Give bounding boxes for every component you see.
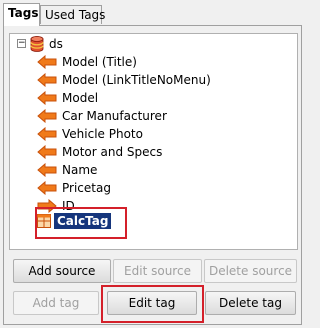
tree-item-label: Model (Title) — [62, 55, 137, 69]
arrow-tag-icon — [37, 127, 57, 141]
tree-item-label: Pricetag — [62, 181, 111, 195]
tree-item[interactable]: Model — [37, 89, 98, 107]
tree-item-label: Motor and Specs — [62, 145, 163, 159]
tab-used-tags[interactable]: Used Tags — [40, 5, 105, 24]
tree-item-label: Name — [62, 163, 98, 177]
arrow-tag-icon — [37, 163, 57, 177]
tree-item-label: ID — [62, 199, 75, 213]
delete-source-button[interactable]: Delete source — [204, 259, 297, 283]
tag-tree[interactable]: − ds Model (Title) Model (LinkTitleNoMenu… — [9, 33, 298, 250]
tree-item[interactable]: Model (Title) — [37, 53, 137, 71]
grid-table-icon — [37, 214, 51, 228]
arrow-right-icon — [37, 199, 57, 213]
collapse-icon[interactable]: − — [17, 39, 26, 48]
tree-item[interactable]: Car Manufacturer — [37, 107, 167, 125]
tree-item-label: CalcTag — [54, 213, 112, 229]
arrow-tag-icon — [37, 73, 57, 87]
tree-item-label: Model — [62, 91, 99, 105]
arrow-tag-icon — [37, 91, 57, 105]
arrow-tag-icon — [37, 181, 57, 195]
arrow-tag-icon — [37, 109, 57, 123]
arrow-tag-icon — [37, 145, 57, 159]
tree-item[interactable]: Vehicle Photo — [37, 125, 143, 143]
edit-source-button[interactable]: Edit source — [113, 259, 202, 283]
add-source-button[interactable]: Add source — [13, 259, 111, 283]
tree-item[interactable]: Pricetag — [37, 179, 111, 197]
tree-item[interactable]: Motor and Specs — [37, 143, 162, 161]
tree-item-label: Vehicle Photo — [62, 127, 143, 141]
database-icon — [30, 36, 44, 52]
tree-item-label: Model (LinkTitleNoMenu) — [62, 73, 211, 87]
tab-tags[interactable]: Tags — [3, 3, 40, 26]
tree-item-label: Car Manufacturer — [62, 109, 167, 123]
tree-root-ds[interactable]: ds — [30, 35, 63, 53]
tree-item[interactable]: Model (LinkTitleNoMenu) — [37, 71, 211, 89]
add-tag-button[interactable]: Add tag — [13, 291, 99, 315]
edit-tag-button[interactable]: Edit tag — [107, 291, 197, 315]
delete-tag-button[interactable]: Delete tag — [205, 291, 296, 315]
tree-item[interactable]: Name — [37, 161, 97, 179]
arrow-tag-icon — [37, 55, 57, 69]
tree-item-calctag[interactable]: CalcTag — [37, 212, 112, 230]
tree-root-label: ds — [49, 37, 63, 51]
